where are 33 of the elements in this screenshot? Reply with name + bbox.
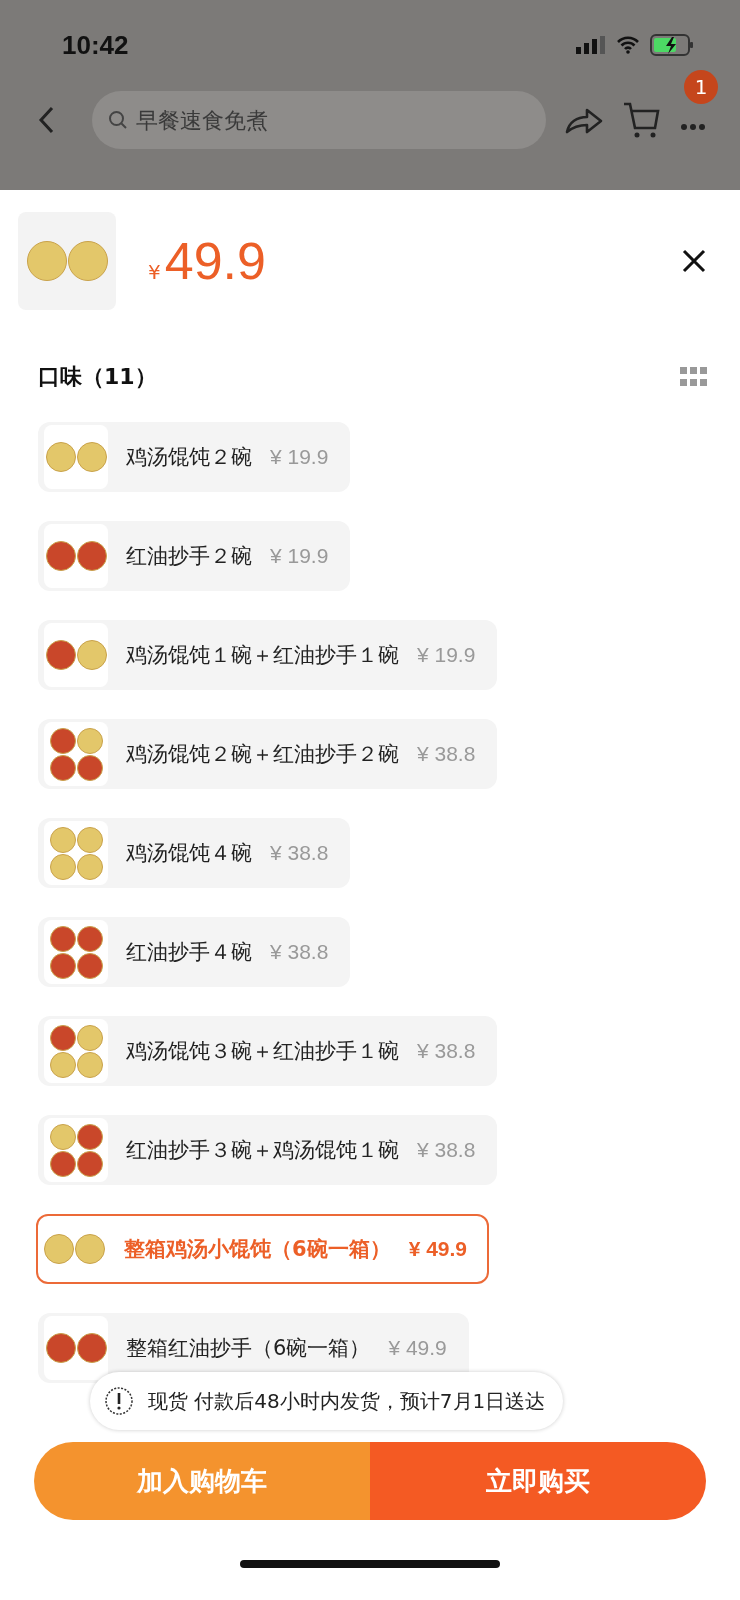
close-icon[interactable] (682, 249, 706, 273)
back-icon[interactable] (38, 106, 54, 134)
notice-text: 现货 付款后48小时内发货，预计7月1日送达 (148, 1387, 546, 1415)
flavor-option[interactable]: 鸡汤馄饨２碗 ¥ 19.9 (38, 422, 351, 492)
wifi-icon (616, 36, 640, 54)
flavor-option[interactable]: 鸡汤馄饨３碗＋红油抄手１碗 ¥ 38.8 (38, 1016, 498, 1086)
flavor-option[interactable]: 红油抄手４碗 ¥ 38.8 (38, 917, 351, 987)
flavor-option[interactable]: 鸡汤馄饨４碗 ¥ 38.8 (38, 818, 351, 888)
flavor-option[interactable]: 鸡汤馄饨２碗＋红油抄手２碗 ¥ 38.8 (38, 719, 498, 789)
flavor-option[interactable]: 鸡汤馄饨１碗＋红油抄手１碗 ¥ 19.9 (38, 620, 498, 690)
notification-badge: 1 (684, 69, 718, 104)
search-icon (108, 110, 128, 130)
product-price: 49.9 (164, 231, 266, 291)
product-thumbnail (44, 821, 108, 885)
cart-icon[interactable] (622, 100, 662, 140)
product-thumbnail (44, 1019, 108, 1083)
product-thumbnail (44, 920, 108, 984)
signal-icon (576, 36, 606, 54)
flavor-option[interactable]: 红油抄手２碗 ¥ 19.9 (38, 521, 351, 591)
status-time: 10:42 (62, 29, 129, 61)
product-thumbnail (44, 524, 108, 588)
section-title: 口味（11） (38, 363, 157, 391)
info-icon (104, 1386, 134, 1416)
more-icon[interactable] (680, 122, 706, 131)
flavor-option[interactable]: 红油抄手３碗＋鸡汤馄饨１碗 ¥ 38.8 (38, 1115, 498, 1185)
battery-icon (650, 34, 694, 56)
product-thumbnail (44, 722, 108, 786)
grid-view-icon[interactable] (680, 367, 708, 387)
search-field[interactable]: 早餐速食免煮 (92, 91, 546, 149)
product-thumbnail (44, 1118, 108, 1182)
product-thumbnail (44, 623, 108, 687)
currency-symbol: ¥ (148, 260, 161, 284)
product-thumbnail (44, 425, 108, 489)
